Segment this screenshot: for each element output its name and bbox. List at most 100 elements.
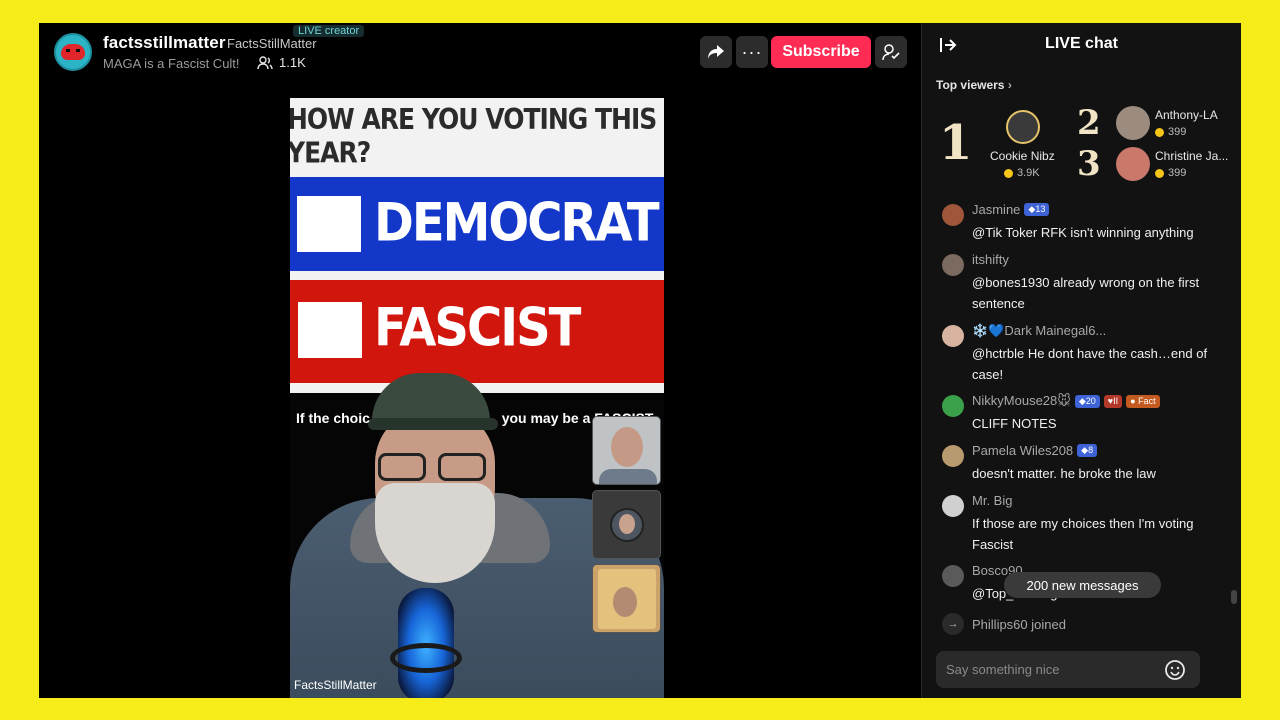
chat-text: CLIFF NOTES (972, 416, 1057, 431)
guest-tile-2[interactable] (592, 490, 661, 559)
top-viewer-3-avatar[interactable] (1116, 147, 1150, 181)
coin-value: 399 (1168, 126, 1187, 138)
chat-text: @hctrble He dont have the cash…end of ca… (972, 346, 1208, 382)
guest-face (619, 514, 635, 534)
chat-username[interactable]: ❄️💙Dark Mainegal6... (972, 323, 1106, 339)
angry-face-icon (61, 44, 85, 60)
badge-value: 8 (1088, 445, 1094, 455)
top-viewer-1-coins: 3.9K (1004, 167, 1040, 179)
creator-bio: MAGA is a Fascist Cult! (103, 56, 240, 71)
chat-avatar[interactable] (942, 395, 964, 417)
coin-value: 399 (1168, 167, 1187, 179)
chat-text: @Tik Toker RFK isn't winning anything (972, 225, 1194, 240)
chat-text: If those are my choices then I'm voting … (972, 516, 1194, 552)
badge-value: 20 (1085, 395, 1096, 406)
username-text: Pamela Wiles208 (972, 443, 1074, 458)
mic-stand (390, 643, 462, 673)
guest-shirt (599, 469, 657, 484)
chat-username[interactable]: Jasmine ◆13 (972, 202, 1050, 217)
level-badge: ◆8 (1077, 444, 1098, 457)
chat-avatar[interactable] (942, 254, 964, 276)
chat-avatar[interactable] (942, 204, 964, 226)
badge-value: 13 (1035, 204, 1046, 214)
people-icon (257, 55, 273, 69)
follow-user-icon (882, 44, 900, 61)
top-viewer-2-coins: 399 (1155, 126, 1186, 138)
chat-username[interactable]: itshifty (972, 252, 1009, 267)
subscribe-button[interactable]: Subscribe (771, 36, 871, 68)
username-text: ❄️💙Dark Mainegal6... (972, 323, 1107, 338)
chat-avatar[interactable] (942, 325, 964, 347)
level-badge: ◆20 (1074, 394, 1100, 408)
guest-face (613, 587, 637, 617)
poll-option-fascist-label: FASCIST (374, 297, 581, 359)
coin-icon (1004, 168, 1013, 178)
more-options-button[interactable]: ··· (736, 36, 768, 68)
joined-username[interactable]: Phillips60 (972, 617, 1028, 632)
live-creator-badge: LIVE creator (293, 25, 365, 37)
new-messages-pill[interactable]: 200 new messages (1004, 572, 1161, 598)
viewer-count-value: 1.1K (279, 55, 306, 70)
chat-username[interactable]: NikkyMouse28🐭 ◆20 ♥II ● Fact (972, 393, 1160, 409)
poll-option-democrat: DEMOCRAT (290, 174, 664, 274)
username-text: Mr. Big (972, 493, 1013, 508)
rank-1-numeral: 1 (939, 115, 973, 171)
yellow-frame: factsstillmatter FactsStillMatter LIVE c… (0, 0, 1280, 720)
poll-option-fascist: FASCIST (290, 280, 664, 390)
share-button[interactable] (700, 36, 732, 68)
fan-club-badge: ● Fact (1126, 394, 1160, 408)
stream-pane: factsstillmatter FactsStillMatter LIVE c… (39, 23, 921, 698)
join-notice: → Phillips60 joined (942, 613, 1066, 635)
top-viewer-2-name[interactable]: Anthony-LA (1155, 108, 1218, 122)
live-video[interactable]: HOW ARE YOU VOTING THIS YEAR? DEMOCRAT F… (290, 98, 664, 698)
top-viewer-3-coins: 399 (1155, 167, 1186, 179)
rank-3-numeral: 3 (1077, 144, 1101, 184)
viewer-count: 1.1K (257, 55, 306, 70)
username-text: itshifty (972, 252, 1009, 267)
top-viewer-1-name[interactable]: Cookie Nibz (990, 149, 1055, 163)
chat-title: LIVE chat (1045, 35, 1118, 52)
creator-display-name[interactable]: factsstillmatter (103, 33, 226, 53)
chat-avatar[interactable] (942, 445, 964, 467)
stream-watermark: FactsStillMatter (294, 678, 377, 692)
coin-icon (1155, 168, 1164, 178)
chat-username[interactable]: Pamela Wiles208 ◆8 (972, 443, 1098, 458)
coin-value: 3.9K (1017, 167, 1040, 179)
chat-text: doesn't matter. he broke the law (972, 466, 1156, 481)
join-arrow-icon: → (942, 613, 964, 635)
glasses (378, 453, 490, 483)
chat-avatar[interactable] (942, 495, 964, 517)
level-badge: ◆13 (1024, 203, 1050, 216)
checkbox-square (297, 196, 361, 252)
chat-scrollbar[interactable] (1231, 590, 1237, 604)
top-viewer-2-avatar[interactable] (1116, 106, 1150, 140)
checkbox-square (298, 302, 362, 358)
chat-avatar[interactable] (942, 565, 964, 587)
live-chat-panel: LIVE chat Top viewers › 1 Cookie Nibz 3.… (921, 23, 1241, 698)
guest-tile-1[interactable] (592, 416, 661, 485)
username-text: Jasmine (972, 202, 1021, 217)
share-arrow-icon (708, 45, 724, 59)
chat-text: @bones1930 already wrong on the first se… (972, 275, 1200, 311)
badge-value: Fact (1138, 395, 1156, 406)
follow-button[interactable] (875, 36, 907, 68)
smiley-icon (1165, 660, 1185, 680)
badge-value: II (1113, 395, 1119, 406)
top-viewers-link[interactable]: Top viewers › (936, 78, 1012, 92)
caption-left: If the choic (296, 410, 370, 426)
poll-option-democrat-label: DEMOCRAT (374, 192, 660, 254)
chat-username[interactable]: Mr. Big (972, 493, 1012, 508)
username-text: NikkyMouse28🐭 (972, 393, 1071, 408)
rank-2-numeral: 2 (1077, 103, 1101, 143)
chat-input[interactable] (936, 651, 1200, 688)
top-viewers-label: Top viewers (936, 78, 1005, 92)
creator-avatar[interactable] (54, 33, 92, 71)
guest-tile-3[interactable] (592, 564, 661, 633)
chevron-right-icon: › (1007, 78, 1012, 92)
top-viewer-3-name[interactable]: Christine Ja... (1155, 149, 1228, 163)
subscriber-badge: ♥II (1103, 394, 1123, 408)
emoji-button[interactable] (1164, 659, 1186, 681)
top-viewer-1-avatar[interactable] (1006, 110, 1040, 144)
joined-text: joined (1031, 616, 1066, 632)
creator-handle: FactsStillMatter (227, 36, 317, 51)
